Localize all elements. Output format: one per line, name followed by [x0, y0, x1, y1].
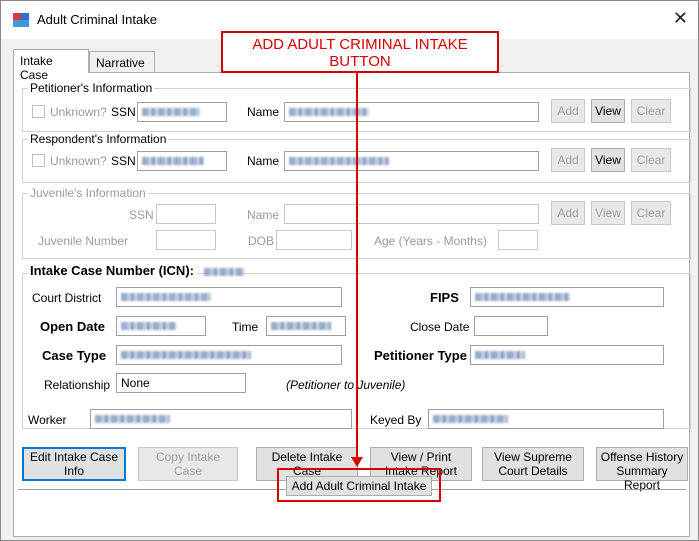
- petitioner-type-field[interactable]: [470, 345, 664, 365]
- juvenile-name-field[interactable]: [284, 204, 539, 224]
- case-type-field[interactable]: [116, 345, 342, 365]
- relationship-field[interactable]: None: [116, 373, 246, 393]
- respondent-view-button[interactable]: View: [591, 148, 625, 172]
- highlight-box: [277, 468, 441, 502]
- fips-field[interactable]: [470, 287, 664, 307]
- window-title: Adult Criminal Intake: [37, 12, 157, 27]
- petitioner-view-button[interactable]: View: [591, 99, 625, 123]
- offense-history-summary-report-button[interactable]: Offense History Summary Report: [596, 447, 688, 492]
- annotation-callout: ADD ADULT CRIMINAL INTAKE BUTTON: [221, 31, 499, 73]
- annotation-arrow-line: [356, 73, 358, 459]
- petitioner-add-button[interactable]: Add: [551, 99, 585, 123]
- worker-label: Worker: [28, 413, 67, 427]
- court-district-field[interactable]: [116, 287, 342, 307]
- relationship-note: (Petitioner to Juvenile): [286, 378, 406, 392]
- juvenile-ssn-field[interactable]: [156, 204, 216, 224]
- juvenile-age-field[interactable]: [498, 230, 538, 250]
- tab-intake-case[interactable]: Intake Case: [13, 49, 89, 82]
- relationship-label: Relationship: [44, 378, 111, 392]
- juvenile-dob-label: DOB: [248, 234, 275, 248]
- juvenile-ssn-label: SSN: [129, 208, 154, 222]
- time-label: Time: [232, 320, 259, 334]
- keyed-by-label: Keyed By: [370, 413, 422, 427]
- petitioner-ssn-label: SSN: [111, 105, 136, 119]
- view-supreme-court-details-button[interactable]: View Supreme Court Details: [482, 447, 584, 481]
- juvenile-group-title: Juvenile's Information: [28, 186, 148, 200]
- time-field[interactable]: [266, 316, 346, 336]
- open-date-field[interactable]: [116, 316, 206, 336]
- annotation-arrow-head: [351, 457, 363, 467]
- respondent-name-field[interactable]: [284, 151, 539, 171]
- respondent-name-label: Name: [247, 154, 280, 168]
- respondent-ssn-field[interactable]: [137, 151, 227, 171]
- petitioner-unknown-label: Unknown?: [50, 105, 107, 119]
- juvenile-age-label: Age (Years - Months): [374, 234, 487, 248]
- copy-intake-case-button[interactable]: Copy Intake Case: [138, 447, 238, 481]
- petitioner-unknown-checkbox[interactable]: [32, 105, 45, 118]
- app-icon: [13, 13, 29, 27]
- juvenile-view-button[interactable]: View: [591, 201, 625, 225]
- respondent-unknown-checkbox[interactable]: [32, 154, 45, 167]
- petitioner-type-label: Petitioner Type: [374, 348, 467, 363]
- petitioner-name-label: Name: [247, 105, 280, 119]
- petitioner-clear-button[interactable]: Clear: [631, 99, 671, 123]
- juvenile-number-label: Juvenile Number: [38, 234, 129, 248]
- juvenile-number-field[interactable]: [156, 230, 216, 250]
- intake-window: Adult Criminal Intake ✕ Intake Case Narr…: [0, 0, 699, 541]
- close-date-field[interactable]: [474, 316, 548, 336]
- respondent-clear-button[interactable]: Clear: [631, 148, 671, 172]
- court-district-label: Court District: [32, 291, 102, 305]
- respondent-group-title: Respondent's Information: [28, 132, 169, 146]
- close-date-label: Close Date: [410, 320, 470, 334]
- respondent-ssn-label: SSN: [111, 154, 136, 168]
- close-icon[interactable]: ✕: [673, 8, 688, 29]
- icn-value: [204, 268, 244, 276]
- open-date-label: Open Date: [40, 319, 106, 334]
- edit-intake-case-info-button[interactable]: Edit Intake Case Info: [22, 447, 126, 481]
- respondent-unknown-label: Unknown?: [50, 154, 107, 168]
- petitioner-ssn-field[interactable]: [137, 102, 227, 122]
- case-type-label: Case Type: [42, 348, 107, 363]
- worker-field[interactable]: [90, 409, 352, 429]
- juvenile-name-label: Name: [247, 208, 280, 222]
- juvenile-add-button[interactable]: Add: [551, 201, 585, 225]
- keyed-by-field[interactable]: [428, 409, 664, 429]
- fips-label: FIPS: [430, 290, 459, 305]
- respondent-add-button[interactable]: Add: [551, 148, 585, 172]
- petitioner-name-field[interactable]: [284, 102, 539, 122]
- tab-narrative[interactable]: Narrative: [89, 51, 155, 73]
- juvenile-clear-button[interactable]: Clear: [631, 201, 671, 225]
- juvenile-dob-field[interactable]: [276, 230, 352, 250]
- petitioner-group-title: Petitioner's Information: [28, 81, 155, 95]
- icn-label: Intake Case Number (ICN):: [28, 263, 196, 278]
